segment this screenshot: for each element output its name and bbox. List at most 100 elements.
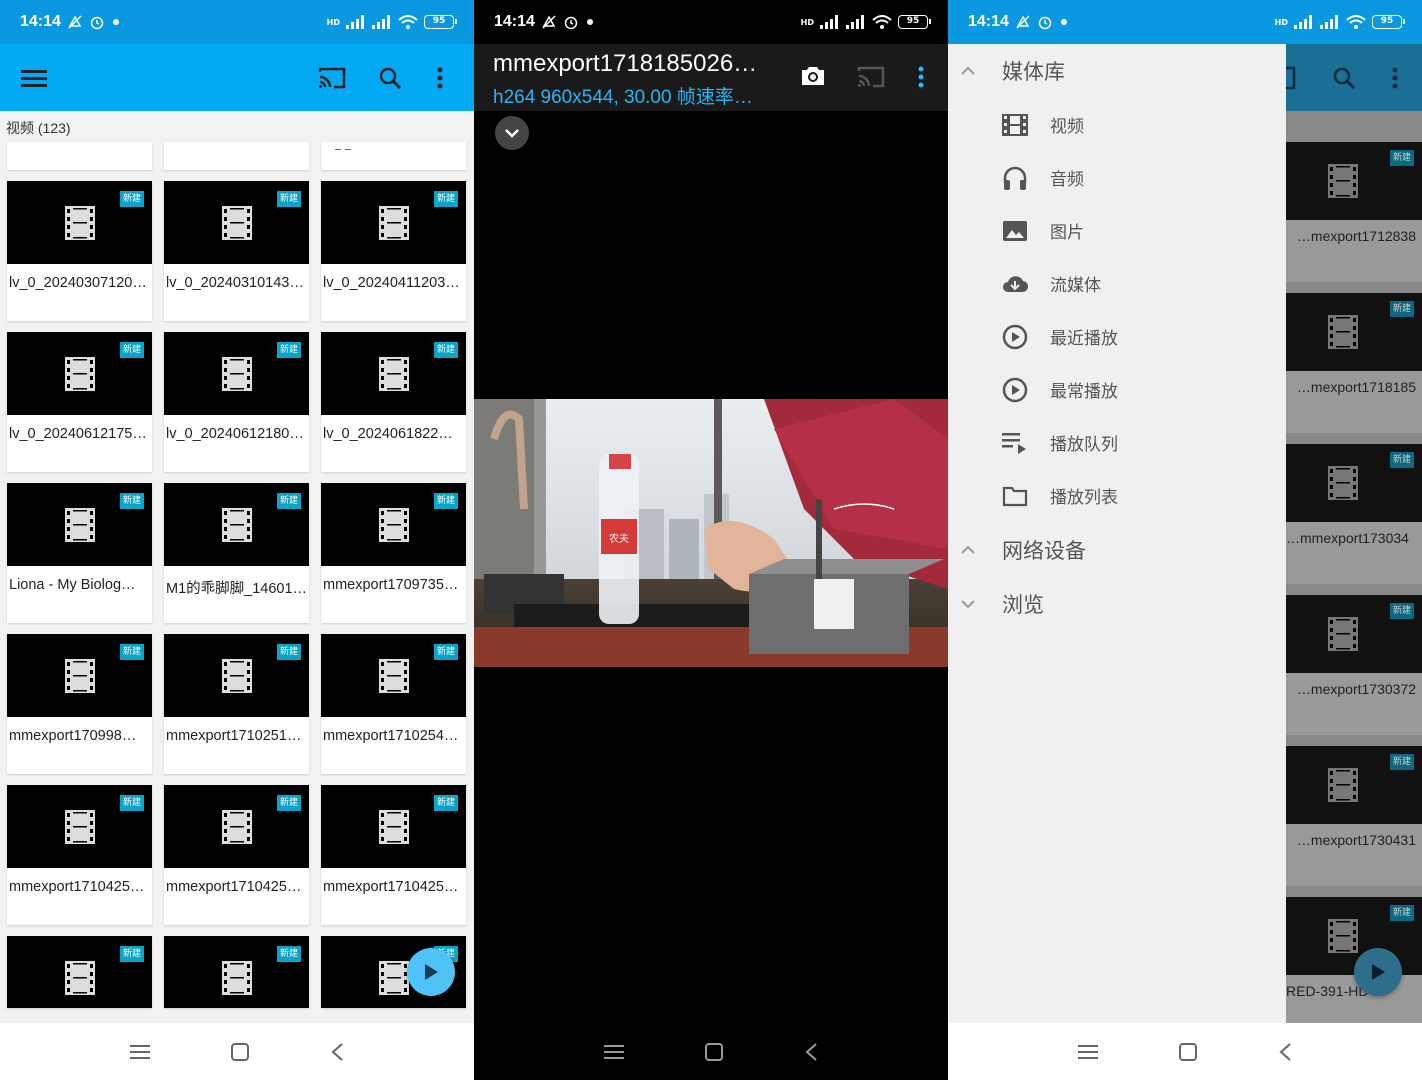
drawer-group-media-library[interactable]: 媒体库 — [948, 44, 1286, 98]
dimmed-library-background[interactable]: 新建 mmexport1712838… 新建 mmexport1718185… 新建 mm… — [1286, 44, 1422, 1037]
drawer-item-recently-played[interactable]: 最近播放 — [948, 310, 1286, 363]
video-name: mmexport1718185… — [1286, 379, 1416, 395]
video-name: lv_0_20240310143… — [166, 275, 304, 291]
video-thumbnail: 新建 — [1286, 746, 1422, 824]
video-name: M1的乖脚脚_14601… — [166, 581, 308, 597]
back-nav-icon[interactable] — [330, 1042, 344, 1062]
video-name: mmexport1730431… — [1286, 832, 1416, 848]
play-circle-icon — [1002, 324, 1028, 349]
cast-icon[interactable] — [318, 64, 346, 92]
drawer-item-label: 流媒体 — [1050, 276, 1101, 296]
drawer-item-pictures[interactable]: 图片 — [948, 204, 1286, 257]
film-icon — [222, 810, 252, 848]
film-icon — [65, 659, 95, 697]
drawer-group-network[interactable]: 网络设备 — [948, 523, 1286, 577]
video-name: Liona - My Biolog… — [9, 577, 136, 593]
video-card[interactable]: 新建 mmexport1710425… — [321, 785, 466, 925]
new-badge: 新建 — [120, 946, 144, 962]
image-icon — [1003, 220, 1027, 241]
drawer-group-browse[interactable]: 浏览 — [948, 577, 1286, 631]
bottle-label: 农夫 — [609, 532, 629, 545]
video-thumbnail: 新建 — [7, 785, 152, 868]
video-frame[interactable]: 农夫 — [474, 399, 948, 667]
video-card[interactable] — [7, 142, 152, 170]
home-nav-icon[interactable] — [1178, 1042, 1198, 1062]
video-thumbnail: 新建 — [1286, 897, 1422, 975]
video-card[interactable]: _ _ — [321, 136, 466, 170]
hd-label: HD — [326, 17, 340, 27]
movie-icon — [1002, 113, 1028, 136]
video-thumbnail: 新建 — [7, 332, 152, 415]
video-card[interactable]: 新建 Liona - My Biolog… — [7, 483, 152, 623]
drawer-item-audio[interactable]: 音频 — [948, 151, 1286, 204]
video-card[interactable]: 新建 mmexport170998… — [7, 634, 152, 774]
new-badge: 新建 — [1390, 301, 1414, 317]
drawer-item-label: 最近播放 — [1050, 329, 1118, 349]
video-card[interactable]: 新建 lv_0_20240307120… — [7, 181, 152, 321]
video-card[interactable]: 新建 — [7, 936, 152, 1008]
video-card[interactable]: 新建 mmexport1710251… — [164, 634, 309, 774]
play-fab[interactable] — [1354, 948, 1402, 996]
alarm-icon — [1038, 16, 1052, 30]
film-icon — [1328, 164, 1358, 202]
screenshot-camera-icon[interactable] — [800, 64, 826, 92]
cloud-download-icon — [1003, 275, 1028, 292]
video-card[interactable]: 新建 lv_0_20240310143… — [164, 181, 309, 321]
new-badge: 新建 — [1390, 452, 1414, 468]
film-icon — [65, 810, 95, 848]
more-options-icon[interactable] — [426, 64, 454, 92]
drawer-screen: 14:14 HD 95 新建 mmexport1712838… 新建 mmexport… — [948, 0, 1422, 1080]
video-info: h264 960x544, 30.00 帧速率… — [493, 87, 753, 108]
drawer-item-most-played[interactable]: 最常播放 — [948, 363, 1286, 416]
drawer-item-play-queue[interactable]: 播放队列 — [948, 416, 1286, 469]
video-thumbnail: 新建 — [164, 785, 309, 868]
menu-icon[interactable] — [20, 64, 48, 92]
navigation-drawer: 媒体库 视频 音频 图片 流媒体 最近播放 最常播放 播放队列 播放列表 网络设… — [948, 44, 1286, 1023]
drawer-item-label: 最常播放 — [1050, 382, 1118, 402]
video-name: lv_0_20240612180… — [166, 426, 304, 442]
video-card[interactable]: 新建 — [164, 936, 309, 1008]
video-card[interactable]: 新建 mmexport1710254… — [321, 634, 466, 774]
new-badge: 新建 — [434, 191, 458, 207]
recents-nav-icon[interactable] — [130, 1043, 150, 1061]
video-card[interactable]: 新建 lv_0_20240411203… — [321, 181, 466, 321]
video-name: mmexport1710425… — [323, 879, 459, 895]
video-name: lv_0_2024061822… — [323, 426, 453, 442]
cast-icon[interactable] — [857, 66, 885, 92]
video-card[interactable] — [164, 142, 309, 170]
search-icon[interactable] — [376, 64, 404, 92]
recents-nav-icon[interactable] — [604, 1043, 624, 1061]
video-card[interactable]: 新建 M1的乖脚脚_14601… — [164, 483, 309, 623]
recents-nav-icon[interactable] — [1078, 1043, 1098, 1061]
video-card[interactable]: 新建 mmexport1710425… — [164, 785, 309, 925]
video-card[interactable]: 新建 lv_0_20240612180… — [164, 332, 309, 472]
back-nav-icon[interactable] — [1278, 1042, 1292, 1062]
film-icon — [65, 961, 95, 999]
drawer-group-label: 网络设备 — [1002, 539, 1086, 563]
video-card[interactable]: 新建 mmexport1710425… — [7, 785, 152, 925]
video-thumbnail: 新建 — [7, 936, 152, 1008]
film-icon — [222, 508, 252, 546]
wifi-icon — [398, 15, 418, 29]
signal-icon — [372, 15, 390, 29]
drawer-item-streams[interactable]: 流媒体 — [948, 257, 1286, 310]
status-bar: 14:14 HD 95 — [948, 0, 1422, 44]
drawer-item-playlists[interactable]: 播放列表 — [948, 469, 1286, 522]
mute-icon — [68, 15, 82, 29]
signal-icon — [820, 15, 838, 29]
signal-icon — [846, 15, 864, 29]
new-badge: 新建 — [277, 342, 301, 358]
drawer-item-label: 播放队列 — [1050, 435, 1118, 455]
video-card[interactable]: 新建 lv_0_20240612175… — [7, 332, 152, 472]
collapse-player-button[interactable] — [495, 116, 529, 150]
play-fab[interactable] — [407, 948, 455, 996]
video-card[interactable]: 新建 lv_0_2024061822… — [321, 332, 466, 472]
home-nav-icon[interactable] — [230, 1042, 250, 1062]
more-options-icon[interactable] — [918, 66, 924, 92]
section-label: 视频 (123) — [6, 120, 71, 136]
home-nav-icon[interactable] — [704, 1042, 724, 1062]
drawer-item-video[interactable]: 视频 — [948, 98, 1286, 151]
back-nav-icon[interactable] — [804, 1042, 818, 1062]
video-card[interactable]: 新建 mmexport1709735… — [321, 483, 466, 623]
film-icon — [1328, 617, 1358, 655]
